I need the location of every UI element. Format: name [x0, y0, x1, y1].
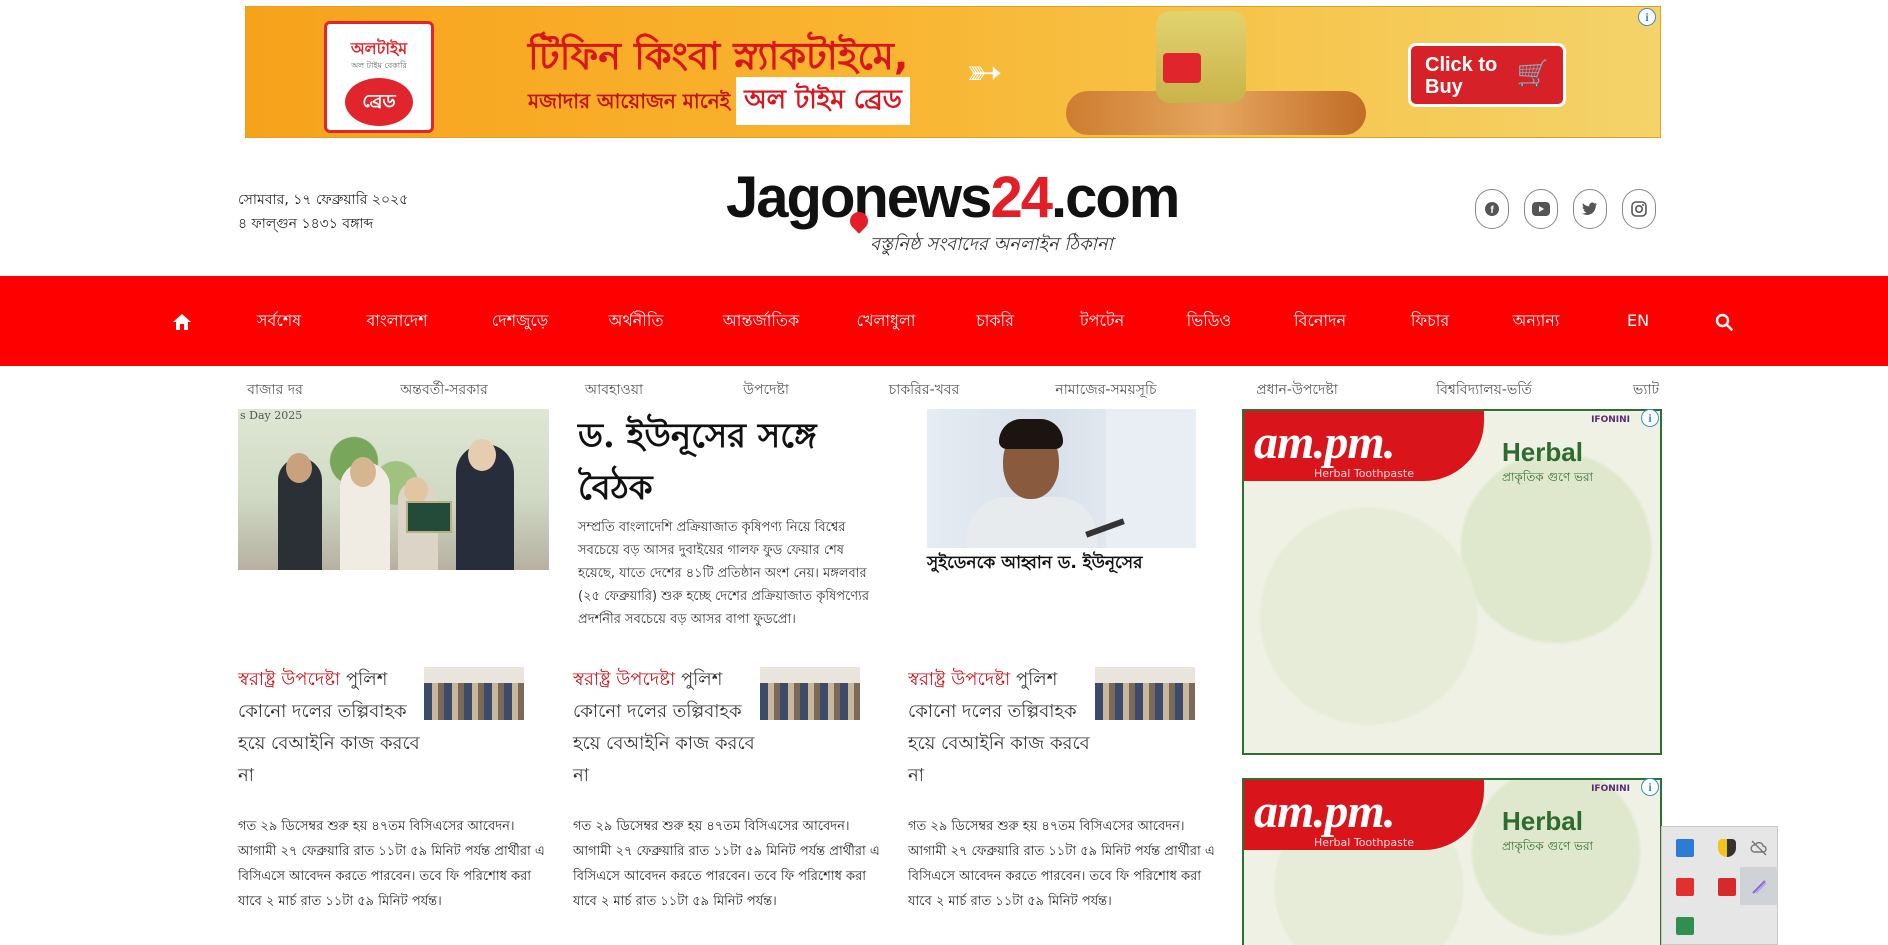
nav-item-onnanno[interactable]: অন্যান্য: [1513, 276, 1560, 366]
facebook-icon[interactable]: f: [1475, 189, 1509, 229]
card-title-highlight: স্বরাষ্ট্র উপদেষ্টা: [238, 669, 341, 690]
card-title-highlight: স্বরাষ্ট্র উপদেষ্টা: [573, 669, 676, 690]
tag-link-bazar-dor[interactable]: বাজার দর: [247, 378, 303, 402]
main-nav: সর্বশেষ বাংলাদেশ দেশজুড়ে অর্থনীতি আন্তর…: [0, 276, 1888, 366]
nav-item-video[interactable]: ভিডিও: [1187, 276, 1232, 366]
alltime-logo: অলটাইম অল টাইম বেকারি ব্রেড: [324, 21, 434, 133]
ampm-herbal-sub: প্রাকৃতিক গুণে ভরা: [1502, 470, 1594, 484]
tag-link-abohawa[interactable]: আবহাওয়া: [585, 378, 643, 402]
cart-icon: 🛒: [1516, 58, 1549, 88]
card-body: গত ২৯ ডিসেম্বর শুরু হয় ৪৭তম বিসিএসের আব…: [238, 819, 545, 909]
ampm-brand: am.pm.: [1254, 785, 1396, 838]
nav-item-antorjatik[interactable]: আন্তর্জাতিক: [723, 276, 799, 366]
alltime-logo-circle: ব্রেড: [345, 78, 413, 126]
card-title[interactable]: স্বরাষ্ট্র উপদেষ্টা পুলিশ কোনো দলের তল্প…: [238, 664, 428, 792]
date-gregorian: সোমবার, ১৭ ফেব্রুয়ারি ২০২৫: [238, 192, 409, 208]
card-thumbnail[interactable]: [760, 667, 860, 720]
nav-item-orthoniti[interactable]: অর্থনীতি: [609, 276, 664, 366]
tag-link-ontorborti-sorkar[interactable]: অন্তবর্তী-সরকার: [400, 378, 488, 402]
instagram-icon[interactable]: [1622, 189, 1656, 229]
adchoices-icon[interactable]: i: [1641, 409, 1659, 427]
nav-item-sorboshesh[interactable]: সর্বশেষ: [257, 276, 301, 366]
date-bangla: ৪ ফাল্গুন ১৪৩১ বঙ্গাব্দ: [238, 216, 374, 232]
lead-story-image[interactable]: s Day 2025: [238, 409, 549, 570]
font-tool-icon[interactable]: [1676, 917, 1694, 935]
tag-link-chakrir-khobor[interactable]: চাকরির-খবর: [889, 378, 960, 402]
nav-item-topten[interactable]: টপটেন: [1080, 276, 1124, 366]
card-title[interactable]: স্বরাষ্ট্র উপদেষ্টা পুলিশ কোনো দলের তল্প…: [573, 664, 763, 792]
top-banner-ad[interactable]: অলটাইম অল টাইম বেকারি ব্রেড টিফিন কিংবা …: [245, 6, 1661, 138]
logo-wordmark: Jagonews24.com: [726, 164, 1180, 231]
nav-item-binodon[interactable]: বিনোদন: [1294, 276, 1346, 366]
click-to-buy-button[interactable]: Click to Buy 🛒: [1408, 43, 1566, 107]
twitter-icon[interactable]: [1573, 189, 1607, 229]
logo-part-news: news: [853, 165, 992, 230]
ampm-sub: Herbal Toothpaste: [1314, 467, 1414, 480]
card-title[interactable]: স্বরাষ্ট্র উপদেষ্টা পুলিশ কোনো দলের তল্প…: [908, 664, 1098, 792]
ampm-herbal: Herbal: [1502, 437, 1583, 467]
youtube-icon[interactable]: [1524, 189, 1558, 229]
alltime-logo-mid: অল টাইম বেকারি: [351, 61, 407, 70]
adchoices-icon[interactable]: i: [1638, 8, 1656, 26]
logo-part-jago: Jago: [726, 165, 855, 230]
ampm-brand: am.pm.: [1254, 416, 1396, 469]
security-shield-icon[interactable]: [1718, 839, 1736, 857]
home-icon[interactable]: [172, 276, 192, 366]
ampm-herbal-sub: প্রাকৃতিক গুণে ভরা: [1502, 839, 1594, 853]
ad-highlight: অল টাইম ব্রেড: [736, 77, 910, 125]
nav-item-bangladesh[interactable]: বাংলাদেশ: [366, 276, 427, 366]
nav-item-deshjure[interactable]: দেশজুড়ে: [492, 276, 549, 366]
card-body: গত ২৯ ডিসেম্বর শুরু হয় ৪৭তম বিসিএসের আব…: [908, 819, 1215, 909]
nav-item-feature[interactable]: ফিচার: [1411, 276, 1449, 366]
ampm-mini-logo: IFONINI: [1591, 784, 1630, 794]
side-ad-ampm[interactable]: am.pm. Herbal Toothpaste Herbal প্রাকৃতি…: [1242, 778, 1662, 945]
cloud-off-icon[interactable]: [1750, 839, 1768, 857]
pdf-reader-icon[interactable]: [1718, 878, 1736, 896]
feather-pen-icon[interactable]: [1750, 878, 1768, 896]
nav-item-chakri[interactable]: চাকরি: [976, 276, 1014, 366]
tag-link-upodeshta[interactable]: উপদেষ্টা: [743, 378, 789, 402]
lead-story-description: সম্প্রতি বাংলাদেশি প্রক্রিয়াজাত কৃষিপণ্…: [578, 520, 870, 627]
side-story-title[interactable]: সুইডেনকে আহ্বান ড. ইউনূসের: [927, 550, 1142, 578]
side-story-image[interactable]: [927, 409, 1196, 548]
card-thumbnail[interactable]: [1095, 667, 1195, 720]
bread-pack-image: [1156, 11, 1246, 103]
site-logo[interactable]: Jagonews24.com বস্তুনিষ্ঠ সংবাদের অনলাইন…: [722, 160, 1182, 260]
monitor-app-icon[interactable]: [1676, 839, 1694, 857]
tag-link-bishwobidyaloy-vorti[interactable]: বিশ্ববিদ্যালয়-ভর্তি: [1436, 378, 1532, 402]
card-title-highlight: স্বরাষ্ট্র উপদেষ্টা: [908, 669, 1011, 690]
ampm-herbal: Herbal: [1502, 806, 1583, 836]
arrow-icon: ➳: [966, 47, 1003, 98]
ampm-sub: Herbal Toothpaste: [1314, 836, 1414, 849]
adchoices-icon[interactable]: i: [1641, 778, 1659, 796]
lead-story-title[interactable]: ড. ইউনূসের সঙ্গে বৈঠক: [578, 410, 878, 514]
tag-link-namajer-somoysuchi[interactable]: নামাজের-সময়সূচি: [1055, 378, 1156, 402]
side-ad-ampm[interactable]: am.pm. Herbal Toothpaste Herbal প্রাকৃতি…: [1242, 409, 1662, 755]
logo-part-24: 24: [990, 165, 1052, 230]
date-block: সোমবার, ১৭ ফেব্রুয়ারি ২০২৫ ৪ ফাল্গুন ১৪…: [238, 188, 408, 236]
tag-link-prodhan-upodeshta[interactable]: প্রধান-উপদেষ্টা: [1256, 378, 1338, 402]
click-to-buy-label: Click to Buy: [1425, 54, 1498, 98]
card-body: গত ২৯ ডিসেম্বর শুরু হয় ৪৭তম বিসিএসের আব…: [573, 819, 880, 909]
card-thumbnail[interactable]: [424, 667, 524, 720]
logo-tagline: বস্তুনিষ্ঠ সংবাদের অনলাইন ঠিকানা: [870, 234, 1113, 255]
alltime-logo-top: অলটাইম: [350, 39, 408, 58]
system-tray-overflow: [1661, 826, 1778, 945]
lead-image-caption: s Day 2025: [240, 409, 303, 422]
tag-link-vat[interactable]: ভ্যাট: [1633, 378, 1659, 402]
search-icon[interactable]: [1715, 276, 1733, 366]
nav-item-en[interactable]: EN: [1627, 276, 1649, 366]
logo-part-com: .com: [1050, 165, 1180, 230]
award-frame: [406, 501, 452, 533]
nav-item-kheladhula[interactable]: খেলাধুলা: [856, 276, 915, 366]
speaker-app-icon[interactable]: [1676, 878, 1694, 896]
ad-subline-text: মজাদার আয়োজন মানেই: [528, 89, 731, 113]
ad-subline: মজাদার আয়োজন মানেই অল টাইম ব্রেড: [528, 77, 910, 125]
ampm-mini-logo: IFONINI: [1591, 415, 1630, 425]
